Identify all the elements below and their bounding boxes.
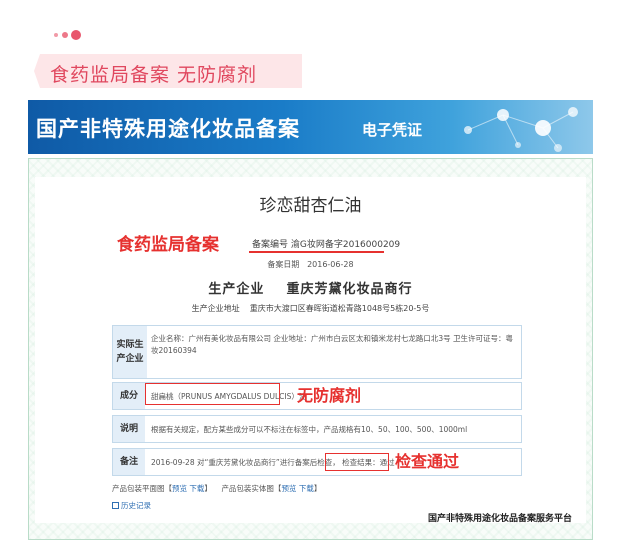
section-header: 食药监局备案 无防腐剂 <box>34 54 302 88</box>
row-content: 根据有关规定，配方某些成分可以不标注在标签中，产品规格有10、50、100、50… <box>151 425 468 434</box>
dot-icon <box>54 33 58 37</box>
producer-label: 生产企业 <box>208 282 265 297</box>
row-label: 实际生产企业 <box>113 326 147 378</box>
package-images: 产品包装平面图【预览 下载】 产品包装实体图【预览 下载】 <box>112 483 321 494</box>
package-real-download-link[interactable]: 下载 <box>299 484 314 493</box>
package-real-label: 产品包装实体图【 <box>221 484 282 493</box>
platform-name: 国产非特殊用途化妆品备案服务平台 <box>427 514 572 524</box>
info-row-description: 说明 根据有关规定，配方某些成分可以不标注在标签中，产品规格有10、50、100… <box>112 415 522 443</box>
info-row-manufacturer: 实际生产企业 企业名称：广州有美化妆品有限公司 企业地址：广州市白云区太和镇米龙… <box>112 325 522 379</box>
registration-number: 备案编号 渝G妆网备字2016000209 <box>252 237 400 250</box>
registration-number-value: 渝G妆网备字2016000209 <box>290 240 401 250</box>
history-label: 历史记录 <box>121 501 151 510</box>
banner-subtitle: 电子凭证 <box>362 121 423 139</box>
dot-icon <box>62 32 68 38</box>
row-content: 企业名称：广州有美化妆品有限公司 企业地址：广州市白云区太和镇米龙村七龙路口北3… <box>151 334 514 355</box>
producer-value: 重庆芳黛化妆品商行 <box>286 282 413 297</box>
producer: 生产企业 重庆芳黛化妆品商行 <box>35 278 586 297</box>
certificate-banner: 国产非特殊用途化妆品备案 电子凭证 <box>28 100 593 154</box>
package-real-preview-link[interactable]: 预览 <box>281 484 296 493</box>
package-front-label: 产品包装平面图【 <box>112 484 172 493</box>
registration-number-highlight <box>249 251 384 253</box>
remarks-text: 2016-09-28 对“重庆芳黛化妆品商行”进行备案后检查， <box>151 458 340 467</box>
certificate-body: 珍恋甜杏仁油 食药监局备案 备案编号 渝G妆网备字2016000209 备案日期… <box>35 177 586 524</box>
producer-address: 生产企业地址 重庆市大渡口区春晖街道松青路1048号5栋20-5号 <box>35 303 586 314</box>
ingredient-highlight-box <box>145 383 280 405</box>
annotation-inspection-passed: 检查通过 <box>395 452 460 471</box>
annotation-no-preservative: 无防腐剂 <box>297 386 362 405</box>
row-label: 说明 <box>113 416 145 442</box>
package-front-download-link[interactable]: 下载 <box>189 484 204 493</box>
history-link[interactable]: 历史记录 <box>112 500 151 511</box>
package-front-preview-link[interactable]: 预览 <box>172 484 187 493</box>
registration-date: 备案日期 2016-06-28 <box>35 259 586 270</box>
filing-certificate: 珍恋甜杏仁油 食药监局备案 备案编号 渝G妆网备字2016000209 备案日期… <box>28 158 593 540</box>
package-real-end: 】 <box>313 484 322 493</box>
section-title: 食药监局备案 无防腐剂 <box>50 64 258 86</box>
producer-address-label: 生产企业地址 <box>191 304 240 313</box>
dot-icon <box>71 30 81 40</box>
banner-title: 国产非特殊用途化妆品备案 <box>36 116 300 141</box>
history-icon <box>112 502 119 509</box>
package-front-end: 】 <box>204 484 212 493</box>
info-row-remarks: 备注 2016-09-28 对“重庆芳黛化妆品商行”进行备案后检查， 检查结果：… <box>112 448 522 476</box>
registration-date-value: 2016-06-28 <box>307 260 354 269</box>
registration-number-label: 备案编号 <box>252 240 289 250</box>
producer-address-value: 重庆市大渡口区春晖街道松青路1048号5栋20-5号 <box>249 304 430 313</box>
row-label: 成分 <box>113 383 145 409</box>
molecule-icon <box>464 107 578 152</box>
registration-date-label: 备案日期 <box>267 260 300 269</box>
row-label: 备注 <box>113 449 145 475</box>
result-highlight-box <box>325 453 389 471</box>
product-name: 珍恋甜杏仁油 <box>259 196 362 216</box>
annotation-fda-filing: 食药监局备案 <box>117 235 219 255</box>
